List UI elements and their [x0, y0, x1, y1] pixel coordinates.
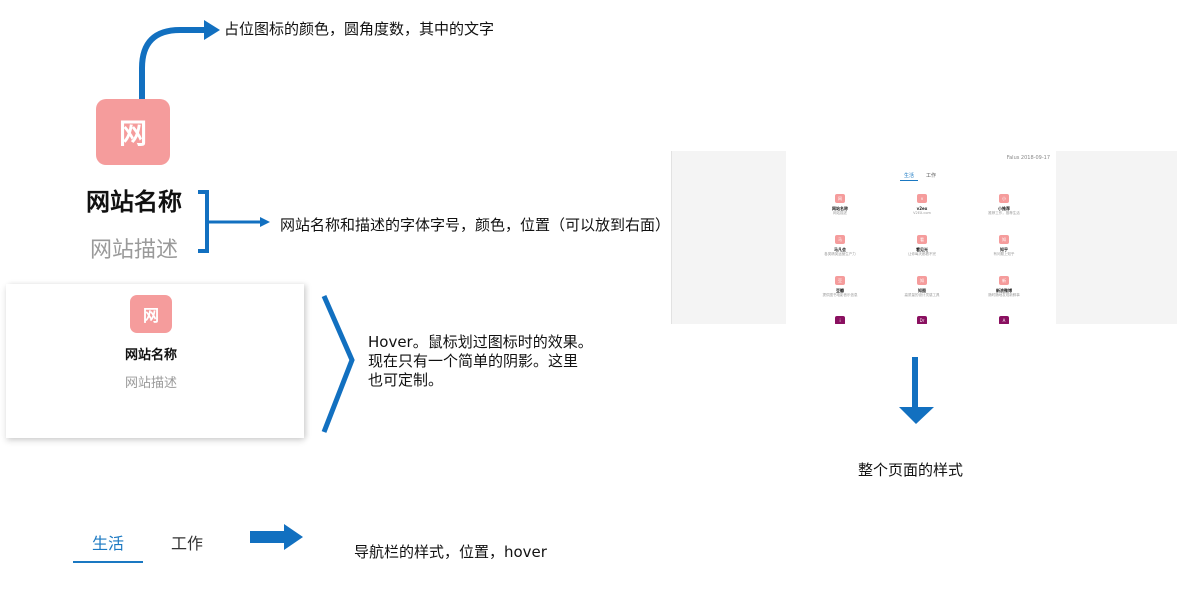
- preview-site-item: 小小推荐 推荐工作，推荐生活: [974, 194, 1034, 220]
- tab-life[interactable]: 生活: [73, 530, 143, 554]
- preview-site-icon: 网: [835, 194, 845, 203]
- tab-active-underline: [73, 561, 143, 563]
- nav-arrow: [250, 524, 303, 550]
- preview-page: Falus 2018-09-17 生活 工作 网网站名称 网站描述 v v2ex V2E…: [786, 151, 1056, 324]
- preview-arrowhead: [899, 407, 934, 424]
- nav-note: 导航栏的样式，位置，hover: [354, 543, 547, 561]
- preview-site-icon: Dr: [917, 316, 927, 324]
- preview-site-item: A: [974, 316, 1034, 324]
- preview-site-desc: 随时随地发现新鲜事: [988, 293, 1020, 297]
- name-bracket: [198, 190, 209, 253]
- preview-site-icon: 知: [917, 276, 927, 285]
- preview-site-desc: 网站描述: [833, 211, 847, 215]
- page-preview: Falus 2018-09-17 生活 工作 网网站名称 网站描述 v v2ex V2E…: [671, 151, 1177, 324]
- name-note-arrowhead: [260, 217, 270, 227]
- name-note: 网站名称和描述的字体字号，颜色，位置（可以放到右面）: [280, 216, 671, 234]
- placeholder-icon: 网: [96, 99, 170, 165]
- icon-note-arrow: [139, 27, 206, 99]
- tab-work[interactable]: 工作: [152, 530, 222, 554]
- preview-site-item: i: [810, 316, 870, 324]
- hover-note-line: 现在只有一个简单的阴影。这里: [368, 352, 579, 370]
- hover-note: Hover。鼠标划过图标时的效果。 现在只有一个简单的阴影。这里 也可定制。: [368, 333, 593, 390]
- preview-site-desc: 有问题上知乎: [993, 252, 1015, 256]
- preview-site-icon: 小: [999, 194, 1009, 203]
- preview-site-item: v v2ex V2EX.com: [892, 194, 952, 220]
- hover-chevron: [321, 294, 355, 433]
- card-icon: 网: [130, 295, 172, 333]
- preview-site-item: 马马凡会 各类精英运营生产力: [810, 235, 870, 261]
- preview-site-desc: 各类精英运营生产力: [824, 252, 856, 256]
- preview-site-desc: 推荐工作，推荐生活: [988, 211, 1020, 215]
- card-site-desc: 网站描述: [124, 376, 177, 391]
- preview-date: Falus 2018-09-17: [1006, 155, 1050, 161]
- preview-tab-life: 生活: [904, 173, 915, 179]
- card-site-name: 网站名称: [124, 348, 177, 363]
- preview-site-item: 网网站名称 网站描述: [810, 194, 870, 220]
- preview-site-icon: v: [917, 194, 927, 203]
- preview-site-item: 看看见光 让你每天都看不完: [892, 235, 952, 261]
- preview-site-desc: 让你每天都看不完: [908, 252, 936, 256]
- preview-arrow-shaft: [912, 357, 918, 409]
- preview-site-desc: 提供图书电影音乐信息: [822, 293, 858, 297]
- preview-site-icon: 马: [835, 235, 845, 244]
- preview-site-icon: 知: [999, 235, 1009, 244]
- preview-site-item: Dr: [892, 316, 952, 324]
- preview-tab-work: 工作: [926, 173, 937, 179]
- preview-site-icon: 看: [917, 235, 927, 244]
- preview-tab-underline: [900, 180, 918, 181]
- preview-site-item: 知知图 高质量的设计灵感工具: [892, 276, 952, 302]
- preview-site-item: 新新浪微博 随时随地发现新鲜事: [974, 276, 1034, 302]
- preview-site-icon: 豆: [835, 276, 845, 285]
- icon-note: 占位图标的颜色，圆角度数，其中的文字: [224, 20, 495, 38]
- site-name-example: 网站名称: [86, 188, 182, 216]
- preview-site-icon: i: [835, 316, 845, 324]
- page-style-note: 整个页面的样式: [858, 461, 964, 479]
- preview-site-desc: V2EX.com: [913, 211, 931, 215]
- preview-site-item: 豆豆瓣 提供图书电影音乐信息: [810, 276, 870, 302]
- icon-note-arrowhead: [204, 20, 220, 40]
- hover-card[interactable]: 网 网站名称 网站描述: [6, 284, 304, 438]
- preview-site-icon: A: [999, 316, 1009, 324]
- hover-note-line: 也可定制。: [368, 371, 444, 389]
- preview-site-item: 知知乎 有问题上知乎: [974, 235, 1034, 261]
- preview-site-icon: 新: [999, 276, 1009, 285]
- site-desc-example: 网站描述: [89, 238, 178, 263]
- preview-site-desc: 高质量的设计灵感工具: [904, 293, 940, 297]
- hover-note-line: Hover。鼠标划过图标时的效果。: [368, 333, 593, 351]
